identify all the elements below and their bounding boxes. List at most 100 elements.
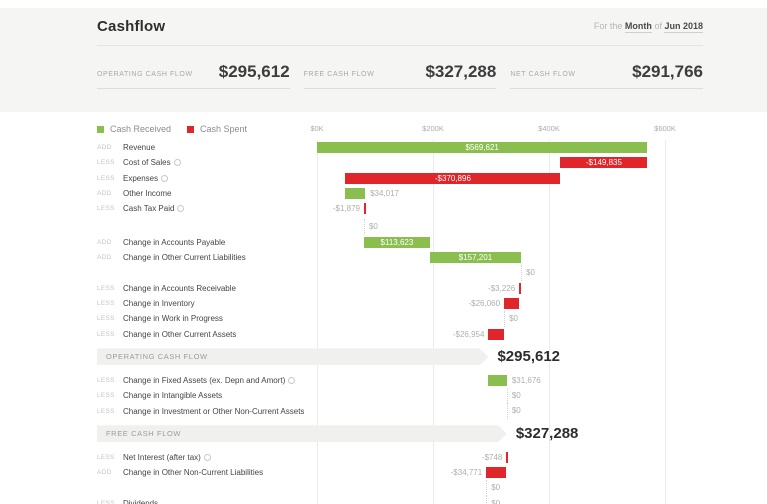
waterfall-bar[interactable] [506, 451, 509, 463]
waterfall-bar[interactable]: -$149,835 [560, 157, 648, 169]
bar-value: $0 [491, 483, 501, 493]
info-icon[interactable] [161, 174, 169, 182]
period-prefix-label: For the [593, 21, 623, 31]
kpi-value: $295,612 [218, 62, 290, 81]
period-granularity-dropdown[interactable]: Month [624, 21, 652, 33]
row-plot: $0 [317, 265, 703, 281]
row-prefix: LESS [97, 315, 115, 323]
kpi-operating-cash-flow: OPERATING CASH FLOW $295,612 [97, 55, 290, 89]
bar-value: -$26,060 [468, 298, 501, 308]
row-label: Change in Other Current Assets [123, 329, 237, 339]
x-axis-tick: $400K [538, 124, 560, 133]
waterfall-bar[interactable] [519, 282, 522, 294]
row-plot: $0 [317, 403, 703, 419]
row-label: Change in Other Non-Current Liabilities [123, 468, 264, 478]
info-icon[interactable] [203, 453, 211, 461]
waterfall-bar[interactable] [486, 467, 507, 479]
waterfall-chart: Cash Received Cash Spent $0K $200K $400K $6… [0, 112, 767, 504]
row-plot: $0 [317, 480, 703, 496]
cashflow-report-page: Cashflow For the Month of Jun 2018 OPERA… [0, 0, 767, 504]
row-plot: -$34,771 [317, 465, 703, 480]
waterfall-bar[interactable]: $569,621 [317, 142, 648, 154]
row-prefix: LESS [97, 205, 115, 213]
row-prefix: LESS [97, 300, 115, 308]
row-plot: $0 [317, 219, 703, 235]
period-value-dropdown[interactable]: Jun 2018 [664, 21, 703, 33]
row-label: Change in Work in Progress [123, 314, 223, 324]
chart-row: LESS Change in Investment or Other Non-Cu… [97, 403, 703, 419]
waterfall-connector [506, 403, 508, 419]
row-plot: -$748 [317, 450, 703, 465]
bar-value: $0 [491, 498, 501, 504]
info-icon[interactable] [177, 205, 185, 213]
chart-row: LESS Change in Accounts Receivable -$3,226 [97, 281, 703, 296]
row-label: Change in Other Current Liabilities [123, 253, 246, 263]
info-icon[interactable] [288, 377, 296, 384]
waterfall-connector [363, 219, 365, 235]
kpi-free-cash-flow: FREE CASH FLOW $327,288 [303, 55, 497, 89]
kpi-value: $291,766 [632, 62, 704, 81]
waterfall-bar[interactable] [345, 187, 366, 199]
row-prefix: LESS [97, 330, 115, 338]
spacer-row: $0 [97, 480, 703, 496]
info-icon[interactable] [173, 159, 181, 167]
waterfall-bar[interactable] [504, 298, 520, 310]
bar-value: -$370,896 [434, 173, 471, 183]
cash-spent-swatch-icon [187, 125, 195, 133]
waterfall-bar[interactable]: -$370,896 [345, 172, 561, 184]
row-prefix: LESS [97, 392, 115, 400]
waterfall-bar[interactable] [363, 203, 366, 215]
x-axis: $0K $200K $400K $600K [310, 124, 703, 136]
row-prefix: LESS [97, 159, 115, 167]
chart-row: ADD Change in Accounts Payable $113,623 [97, 235, 703, 250]
bar-value: $569,621 [465, 143, 499, 153]
row-plot: $34,017 [317, 186, 703, 201]
row-prefix: ADD [97, 469, 112, 477]
row-plot: -$26,060 [317, 296, 703, 311]
legend-label: Cash Received [110, 124, 172, 134]
x-axis-tick: $0K [310, 124, 324, 133]
spacer-row: $0 [97, 265, 703, 281]
row-prefix: LESS [97, 284, 115, 292]
bar-value: $0 [511, 391, 521, 401]
waterfall-connector [506, 388, 508, 404]
chart-legend: Cash Received Cash Spent [97, 124, 247, 134]
kpi-label: NET CASH FLOW [510, 71, 576, 78]
waterfall-connector [486, 480, 488, 496]
page-title: Cashflow [97, 17, 166, 35]
kpi-label: OPERATING CASH FLOW [97, 71, 193, 78]
bar-value: $0 [368, 222, 378, 232]
bar-value: $113,623 [380, 237, 414, 247]
bar-value: -$149,835 [585, 158, 622, 168]
waterfall-bar[interactable] [488, 328, 505, 340]
x-axis-tick: $600K [654, 124, 676, 133]
row-label: Change in Fixed Assets (ex. Depn and Amo… [123, 376, 317, 385]
cash-received-swatch-icon [97, 125, 104, 133]
row-plot: $569,621 [317, 140, 703, 155]
kpi-value: $327,288 [425, 62, 497, 81]
row-label: Change in Inventory [123, 299, 195, 309]
row-label: Other Income [123, 189, 172, 199]
waterfall-bar[interactable] [488, 374, 507, 386]
chart-row: LESS Change in Other Current Assets -$26,9… [97, 327, 703, 342]
row-plot: $113,623 [317, 235, 703, 250]
bar-value: -$748 [481, 452, 503, 462]
row-plot: $0 [317, 311, 703, 327]
kpi-summary-row: OPERATING CASH FLOW $295,612 FREE CASH F… [97, 55, 704, 89]
waterfall-bar[interactable]: $113,623 [363, 236, 430, 248]
bar-value: -$1,879 [332, 204, 360, 214]
kpi-net-cash-flow: NET CASH FLOW $291,766 [510, 55, 704, 89]
bar-value: $0 [526, 268, 535, 278]
row-plot: $0 [317, 388, 703, 404]
row-prefix: ADD [97, 254, 112, 262]
bar-value: -$34,771 [450, 468, 483, 478]
chart-row: LESS Cost of Sales -$149,835 [97, 155, 703, 170]
chart-header: Cash Received Cash Spent $0K $200K $400K $6… [97, 122, 703, 138]
row-label: Change in Accounts Payable [123, 237, 226, 247]
row-label: Expenses [123, 174, 317, 183]
legend-label: Cash Spent [200, 124, 248, 134]
waterfall-bar[interactable]: $157,201 [429, 252, 522, 264]
chart-row: LESS Change in Inventory -$26,060 [97, 296, 703, 311]
bar-value: $0 [509, 314, 518, 324]
row-plot: $0 [317, 495, 703, 504]
